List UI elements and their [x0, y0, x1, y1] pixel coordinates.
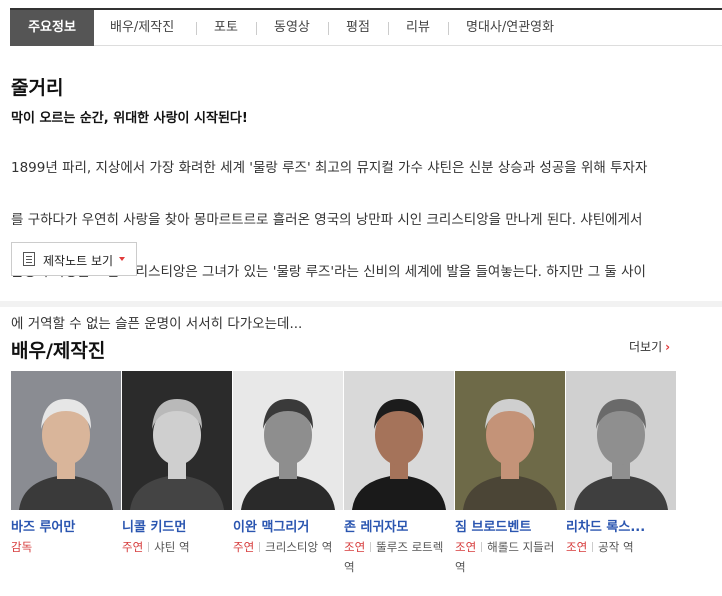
cast-role-name: 샤틴 역	[154, 540, 190, 554]
cast-card[interactable]: 니콜 키드먼주연 샤틴 역	[122, 371, 232, 571]
tab-rating[interactable]: 평점	[346, 10, 370, 46]
role-separator	[592, 542, 594, 552]
tab-separator	[448, 22, 449, 35]
tab-cast-crew[interactable]: 배우/제작진	[110, 10, 174, 46]
synopsis-tagline: 막이 오르는 순간, 위대한 사랑이 시작된다!	[11, 111, 248, 126]
cast-role: 조연 뚤루즈 로트렉 역	[344, 537, 454, 577]
tab-main-info[interactable]: 주요정보	[10, 10, 94, 46]
tab-separator	[388, 22, 389, 35]
cast-role-type: 조연	[455, 540, 477, 554]
production-notes-label: 제작노트 보기	[43, 254, 114, 268]
cast-card[interactable]: 바즈 루어만감독	[11, 371, 121, 571]
cast-card[interactable]: 존 레귀자모조연 뚤루즈 로트렉 역	[344, 371, 454, 574]
portrait-icon[interactable]	[11, 371, 121, 510]
cast-name[interactable]: 리차드 록스...	[566, 516, 676, 535]
synopsis-heading: 줄거리	[11, 77, 64, 99]
section-divider	[0, 301, 722, 307]
more-label: 더보기	[629, 340, 663, 354]
cast-card[interactable]: 리차드 록스... 조연 공작 역	[566, 371, 676, 571]
tab-separator	[256, 22, 257, 35]
caret-down-icon	[119, 257, 125, 261]
portrait-icon[interactable]	[455, 371, 565, 510]
cast-role: 조연 해롤드 지들러 역	[455, 537, 565, 577]
role-separator	[259, 542, 261, 552]
portrait-icon[interactable]	[344, 371, 454, 510]
tab-separator	[328, 22, 329, 35]
tab-separator	[196, 22, 197, 35]
cast-role-name: 공작 역	[598, 540, 634, 554]
cast-role: 주연 크리스티앙 역	[233, 537, 343, 557]
cast-role: 감독	[11, 537, 121, 557]
more-cast-link[interactable]: 더보기 ›	[629, 338, 670, 355]
tab-review[interactable]: 리뷰	[406, 10, 430, 46]
main-tab-bar: 주요정보 배우/제작진 포토 동영상 평점 리뷰 명대사/연관영화	[10, 8, 722, 46]
cast-name[interactable]: 존 레귀자모	[344, 516, 454, 535]
cast-card[interactable]: 이완 맥그리거주연 크리스티앙 역	[233, 371, 343, 571]
cast-heading: 배우/제작진	[11, 340, 106, 362]
cast-card[interactable]: 짐 브로드벤트조연 해롤드 지들러 역	[455, 371, 565, 574]
role-separator	[370, 542, 372, 552]
synopsis-line: 1899년 파리, 지상에서 가장 화려한 세계 '물랑 루즈' 최고의 뮤지컬…	[11, 160, 648, 176]
cast-role: 조연 공작 역	[566, 537, 676, 557]
synopsis-line: 에 거역할 수 없는 슬픈 운명이 서서히 다가오는데...	[11, 316, 303, 332]
cast-role-type: 주연	[233, 540, 255, 554]
portrait-icon[interactable]	[233, 371, 343, 510]
cast-name[interactable]: 이완 맥그리거	[233, 516, 343, 535]
chevron-right-icon: ›	[665, 340, 671, 354]
portrait-icon[interactable]	[566, 371, 676, 510]
cast-role-type: 주연	[122, 540, 144, 554]
cast-role-type: 조연	[566, 540, 588, 554]
tab-photo[interactable]: 포토	[214, 10, 238, 46]
cast-name[interactable]: 짐 브로드벤트	[455, 516, 565, 535]
role-separator	[481, 542, 483, 552]
tab-video[interactable]: 동영상	[274, 10, 310, 46]
portrait-icon[interactable]	[122, 371, 232, 510]
cast-name[interactable]: 바즈 루어만	[11, 516, 121, 535]
cast-role-type: 감독	[11, 540, 33, 554]
cast-name[interactable]: 니콜 키드먼	[122, 516, 232, 535]
cast-role-name: 크리스티앙 역	[265, 540, 333, 554]
document-icon	[23, 252, 35, 266]
synopsis-line: 를 구하다가 우연히 사랑을 찾아 몽마르트르로 흘러온 영국의 낭만파 시인 …	[11, 212, 643, 228]
role-separator	[148, 542, 150, 552]
tab-quotes-related[interactable]: 명대사/연관영화	[466, 10, 554, 46]
cast-role-type: 조연	[344, 540, 366, 554]
cast-role: 주연 샤틴 역	[122, 537, 232, 557]
production-notes-button[interactable]: 제작노트 보기	[11, 242, 137, 276]
